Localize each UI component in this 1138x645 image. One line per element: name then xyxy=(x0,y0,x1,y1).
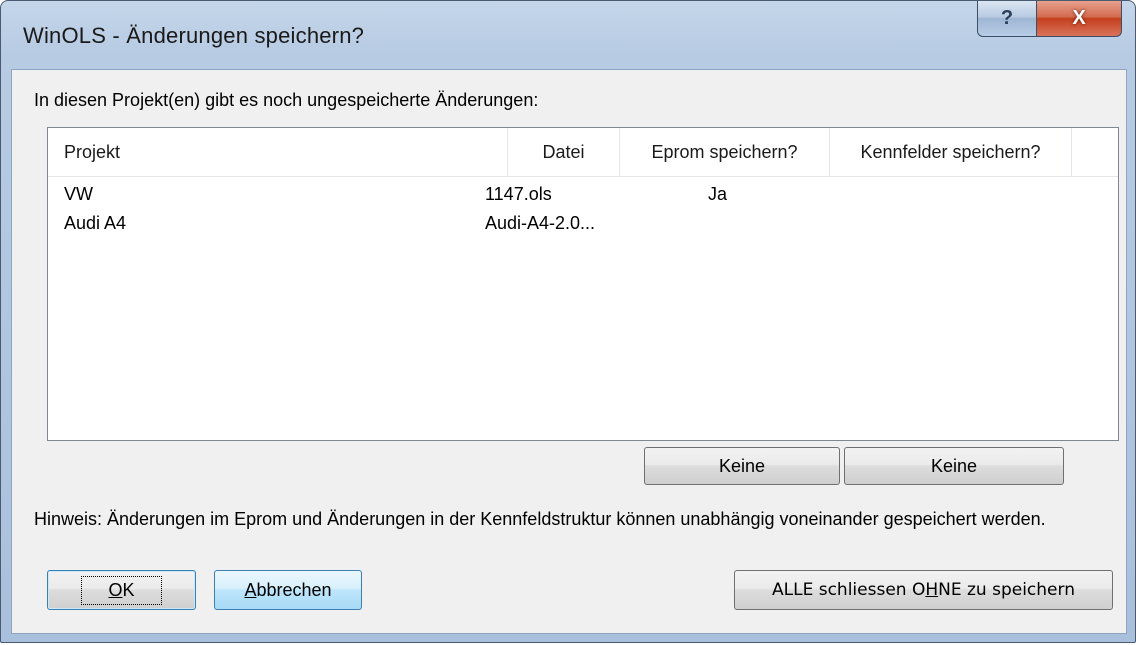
list-header: Projekt Datei Eprom speichern? Kennfelde… xyxy=(48,128,1118,177)
table-row[interactable]: VW 1147.ols Ja xyxy=(48,180,1118,209)
column-header-eprom[interactable]: Eprom speichern? xyxy=(620,128,830,176)
ok-button[interactable]: OK xyxy=(47,570,196,610)
close-all-label: ALLE schliessen OHNE zu speichern xyxy=(772,580,1075,600)
ok-label-rest: K xyxy=(122,579,135,600)
keine-kennfelder-button[interactable]: Keine xyxy=(844,447,1064,485)
projects-list[interactable]: Projekt Datei Eprom speichern? Kennfelde… xyxy=(47,127,1119,441)
close-button[interactable]: X xyxy=(1036,1,1122,37)
column-header-kennfelder[interactable]: Kennfelder speichern? xyxy=(830,128,1072,176)
help-button[interactable]: ? xyxy=(977,1,1037,37)
ok-button-label: OK xyxy=(81,575,162,605)
close-icon: X xyxy=(1072,7,1086,29)
close-all-mnemonic: H xyxy=(925,580,939,600)
cell-projekt: VW xyxy=(64,184,93,204)
cancel-label-rest: bbrechen xyxy=(256,579,332,600)
window-title: WinOLS - Änderungen speichern? xyxy=(23,23,365,48)
cancel-mnemonic: A xyxy=(244,579,257,600)
close-all-label-post: NE zu speichern xyxy=(938,580,1075,600)
dialog-client-area: In diesen Projekt(en) gibt es noch unges… xyxy=(11,69,1127,634)
column-header-projekt[interactable]: Projekt xyxy=(48,128,508,176)
column-header-datei[interactable]: Datei xyxy=(508,128,620,176)
cell-datei: Audi-A4-2.0... xyxy=(485,213,596,233)
dialog-window: WinOLS - Änderungen speichern? ? X In di… xyxy=(0,0,1136,643)
ok-mnemonic: O xyxy=(108,579,123,600)
close-all-without-saving-button[interactable]: ALLE schliessen OHNE zu speichern xyxy=(734,570,1113,610)
cell-datei: 1147.ols xyxy=(485,184,552,204)
cancel-button[interactable]: Abbrechen xyxy=(214,570,362,610)
title-bar[interactable]: WinOLS - Änderungen speichern? ? X xyxy=(1,1,1135,73)
cell-projekt: Audi A4 xyxy=(64,213,127,233)
intro-text: In diesen Projekt(en) gibt es noch unges… xyxy=(34,90,539,110)
cell-eprom[interactable]: Ja xyxy=(708,184,727,205)
help-icon: ? xyxy=(1000,7,1014,29)
keine-eprom-button[interactable]: Keine xyxy=(644,447,840,485)
cancel-button-label: Abbrechen xyxy=(244,580,331,601)
table-row[interactable]: Audi A4 Audi-A4-2.0... xyxy=(48,209,1118,238)
hint-text: Hinweis: Änderungen im Eprom und Änderun… xyxy=(34,509,1046,529)
column-header-filler xyxy=(1072,128,1118,176)
close-all-label-pre: ALLE schliessen O xyxy=(772,580,926,600)
